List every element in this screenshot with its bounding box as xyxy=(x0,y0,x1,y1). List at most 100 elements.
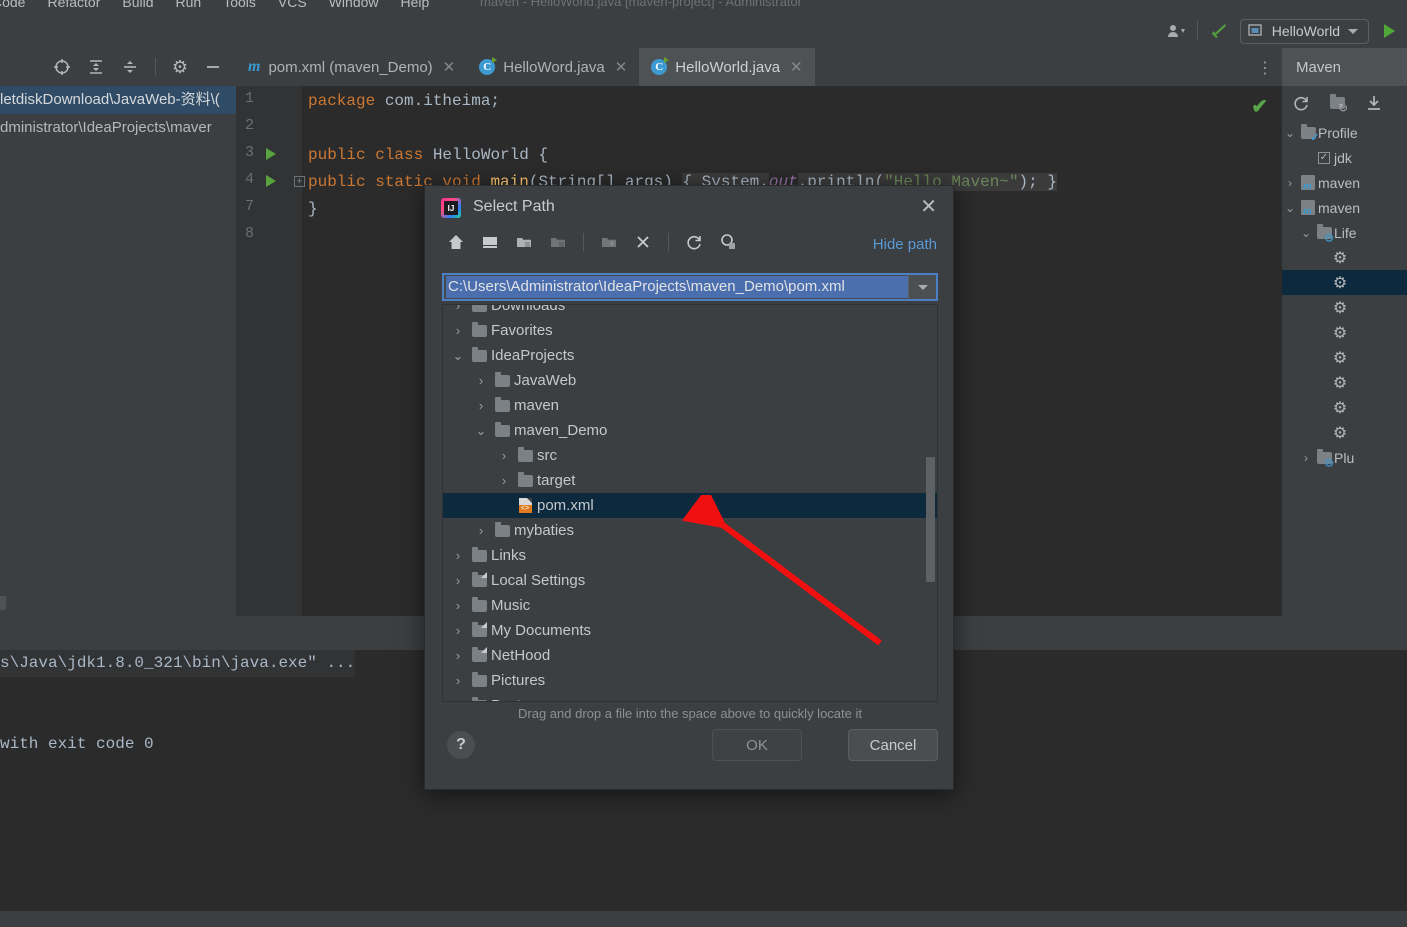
file-tree-row[interactable]: › Downloads xyxy=(443,305,937,318)
file-tree[interactable]: › Downloads › Favorites ⌄ IdeaProjects › JavaWe… xyxy=(442,304,938,702)
add-folder-icon[interactable] xyxy=(1330,94,1348,114)
delete-icon[interactable] xyxy=(634,233,652,251)
chevron-right-icon[interactable]: › xyxy=(449,548,467,563)
path-input-field[interactable]: C:\Users\Administrator\IdeaProjects\mave… xyxy=(442,273,938,301)
chevron-right-icon[interactable]: › xyxy=(449,648,467,663)
chevron-down-icon[interactable]: ⌄ xyxy=(1282,201,1298,215)
path-history-dropdown-icon[interactable] xyxy=(908,275,936,299)
download-icon[interactable] xyxy=(1365,94,1383,112)
chevron-right-icon[interactable]: › xyxy=(495,448,513,463)
chevron-down-icon[interactable]: ⌄ xyxy=(1282,126,1298,140)
run-configuration-selector[interactable]: HelloWorld xyxy=(1239,18,1369,44)
maven-tree-row[interactable]: ⚙ xyxy=(1282,270,1407,295)
maven-tree-row[interactable]: › maven xyxy=(1282,170,1407,195)
maven-tree-row[interactable]: › Plu xyxy=(1282,445,1407,470)
chevron-right-icon[interactable]: › xyxy=(449,623,467,638)
menu-item-refactor[interactable]: Refactor xyxy=(47,0,100,10)
editor-tab-bar[interactable]: m pom.xml (maven_Demo) ✕ C HelloWord.java ✕ C H… xyxy=(236,48,1282,86)
menu-item-window[interactable]: Window xyxy=(329,0,379,10)
gutter-line[interactable]: 1 xyxy=(236,86,302,113)
maven-tree-row[interactable]: ⚙ xyxy=(1282,370,1407,395)
chevron-right-icon[interactable]: › xyxy=(1298,451,1314,465)
file-tree-row[interactable]: › mybaties xyxy=(443,518,937,543)
gutter-line[interactable]: 2 xyxy=(236,113,302,140)
maven-tree-row[interactable]: ⚙ xyxy=(1282,245,1407,270)
gutter-line[interactable]: 8 xyxy=(236,221,302,248)
tab-close-icon[interactable]: ✕ xyxy=(615,58,628,76)
chevron-right-icon[interactable]: › xyxy=(1282,176,1298,190)
file-tree-row[interactable]: › Local Settings xyxy=(443,568,937,593)
cancel-button[interactable]: Cancel xyxy=(848,729,938,761)
code-line[interactable] xyxy=(302,115,1282,142)
build-hammer-icon[interactable] xyxy=(1208,20,1230,42)
inspection-ok-icon[interactable]: ✔ xyxy=(1251,94,1268,119)
maven-tree-row[interactable]: ⌄ Profile xyxy=(1282,120,1407,145)
close-icon[interactable]: ✕ xyxy=(920,197,937,217)
file-tree-row[interactable]: › Music xyxy=(443,593,937,618)
project-folder-icon[interactable] xyxy=(515,233,533,251)
chevron-down-icon[interactable]: ⌄ xyxy=(472,423,490,439)
file-tree-row[interactable]: ⌄ IdeaProjects xyxy=(443,343,937,368)
menu-item-build[interactable]: Build xyxy=(122,0,153,10)
chevron-right-icon[interactable]: › xyxy=(449,673,467,688)
settings-gear-icon[interactable]: ⚙ xyxy=(172,57,188,78)
chevron-right-icon[interactable]: › xyxy=(472,523,490,538)
chevron-down-icon[interactable]: ⌄ xyxy=(1298,226,1314,240)
file-tree-row[interactable]: › Favorites xyxy=(443,318,937,343)
user-avatar-icon[interactable] xyxy=(1167,23,1187,39)
code-line[interactable]: package com.itheima; xyxy=(302,88,1282,115)
maven-tree-row[interactable]: ⌄ maven xyxy=(1282,195,1407,220)
recent-path-item[interactable]: letdiskDownload\JavaWeb-资料\( xyxy=(0,86,236,114)
chevron-right-icon[interactable]: › xyxy=(472,398,490,413)
chevron-right-icon[interactable]: › xyxy=(449,305,467,313)
file-tree-row[interactable]: › Pictures xyxy=(443,668,937,693)
gutter-line[interactable]: 3 xyxy=(236,140,302,167)
hide-path-link[interactable]: Hide path xyxy=(873,236,937,253)
refresh-icon[interactable] xyxy=(685,233,703,251)
chevron-right-icon[interactable]: › xyxy=(449,598,467,613)
file-tree-row[interactable]: › Links xyxy=(443,543,937,568)
collapse-all-icon[interactable] xyxy=(121,58,139,76)
reload-icon[interactable] xyxy=(1292,94,1310,112)
file-tree-row[interactable]: › NetHood xyxy=(443,643,937,668)
maven-tree[interactable]: ⌄ Profile ✓ jdk › maven ⌄ maven ⌄ Life ⚙ ⚙ ⚙ ⚙ ⚙ ⚙ ⚙ ⚙ › Pl… xyxy=(1282,120,1407,470)
expand-all-icon[interactable] xyxy=(87,58,105,76)
editor-tab[interactable]: m pom.xml (maven_Demo) ✕ xyxy=(236,48,467,86)
menu-item-help[interactable]: Help xyxy=(401,0,430,10)
editor-gutter[interactable]: 1 2 3 4 + 7 8 xyxy=(236,86,305,616)
hide-icon[interactable] xyxy=(204,58,222,76)
menu-item-code[interactable]: Code xyxy=(0,0,25,10)
editor-tab[interactable]: C HelloWord.java ✕ xyxy=(467,48,639,86)
locate-icon[interactable] xyxy=(53,58,71,76)
chevron-right-icon[interactable]: › xyxy=(472,373,490,388)
menu-item-run[interactable]: Run xyxy=(176,0,202,10)
chevron-right-icon[interactable]: › xyxy=(449,323,467,338)
maven-tree-row[interactable]: ⚙ xyxy=(1282,320,1407,345)
chevron-right-icon[interactable]: › xyxy=(449,573,467,588)
recent-paths-popup[interactable]: letdiskDownload\JavaWeb-资料\(dministrator… xyxy=(0,86,236,142)
menu-items[interactable]: Code Refactor Build Run Tools VCS Window Help xyxy=(0,0,429,10)
help-button[interactable]: ? xyxy=(447,731,475,759)
chevron-down-icon[interactable]: ⌄ xyxy=(449,348,467,364)
recent-path-item[interactable]: dministrator\IdeaProjects\maver xyxy=(0,114,236,142)
maven-tree-row[interactable]: ✓ jdk xyxy=(1282,145,1407,170)
new-folder-icon[interactable] xyxy=(600,233,618,251)
gutter-run-icon[interactable] xyxy=(266,175,276,187)
file-tree-row[interactable]: › target xyxy=(443,468,937,493)
gutter-run-icon[interactable] xyxy=(266,148,276,160)
editor-tab[interactable]: C HelloWorld.java ✕ xyxy=(639,48,815,86)
file-tree-row[interactable]: › JavaWeb xyxy=(443,368,937,393)
gutter-line[interactable]: 4 + xyxy=(236,167,305,194)
chevron-right-icon[interactable]: › xyxy=(449,698,467,701)
file-tree-row[interactable]: › My Documents xyxy=(443,618,937,643)
file-tree-row[interactable]: ⌄ maven_Demo xyxy=(443,418,937,443)
home-icon[interactable] xyxy=(447,233,465,251)
tab-close-icon[interactable]: ✕ xyxy=(443,58,456,76)
maven-tree-row[interactable]: ⚙ xyxy=(1282,345,1407,370)
path-input-value[interactable]: C:\Users\Administrator\IdeaProjects\mave… xyxy=(446,276,908,298)
run-icon[interactable] xyxy=(1379,21,1399,41)
module-folder-icon[interactable] xyxy=(549,233,567,251)
tabs-overflow-icon[interactable]: ⋮ xyxy=(1257,58,1274,78)
maven-tree-row[interactable]: ⚙ xyxy=(1282,420,1407,445)
file-tree-row[interactable]: › Postman xyxy=(443,693,937,701)
